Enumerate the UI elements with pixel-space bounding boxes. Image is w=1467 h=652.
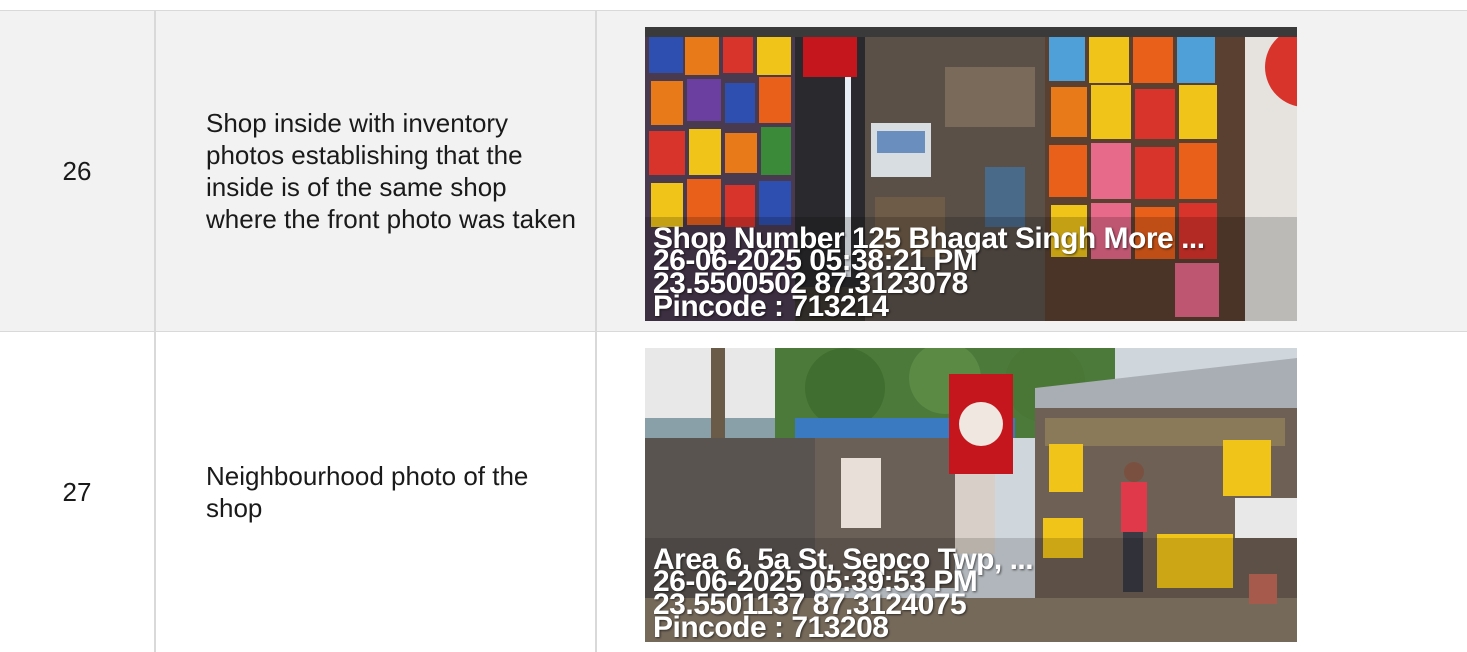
photo-pincode-text: Pincode : 713208 bbox=[653, 611, 889, 643]
row-number-cell: 27 bbox=[0, 332, 156, 652]
row-description: Neighbourhood photo of the shop bbox=[206, 461, 529, 523]
shop-inside-photo[interactable]: Shop Number 125 Bhagat Singh More ... 26… bbox=[645, 27, 1297, 321]
photo-pincode-text: Pincode : 713214 bbox=[653, 290, 889, 322]
evidence-table: 26 Shop inside with inventory photos est… bbox=[0, 10, 1467, 652]
photo-cell: Shop Number 125 Bhagat Singh More ... 26… bbox=[597, 11, 1467, 331]
neighbourhood-photo[interactable]: Area 6, 5a St, Sepco Twp, ... 26-06-2025… bbox=[645, 348, 1297, 642]
description-cell: Shop inside with inventory photos establ… bbox=[156, 11, 597, 331]
row-description: Shop inside with inventory photos establ… bbox=[206, 108, 577, 234]
description-cell: Neighbourhood photo of the shop bbox=[156, 332, 597, 652]
row-number: 27 bbox=[62, 476, 92, 507]
row-number-cell: 26 bbox=[0, 11, 156, 331]
photo-cell: Area 6, 5a St, Sepco Twp, ... 26-06-2025… bbox=[597, 332, 1467, 652]
table-row: 26 Shop inside with inventory photos est… bbox=[0, 11, 1467, 332]
row-number: 26 bbox=[62, 155, 92, 186]
table-row: 27 Neighbourhood photo of the shop Area … bbox=[0, 332, 1467, 652]
